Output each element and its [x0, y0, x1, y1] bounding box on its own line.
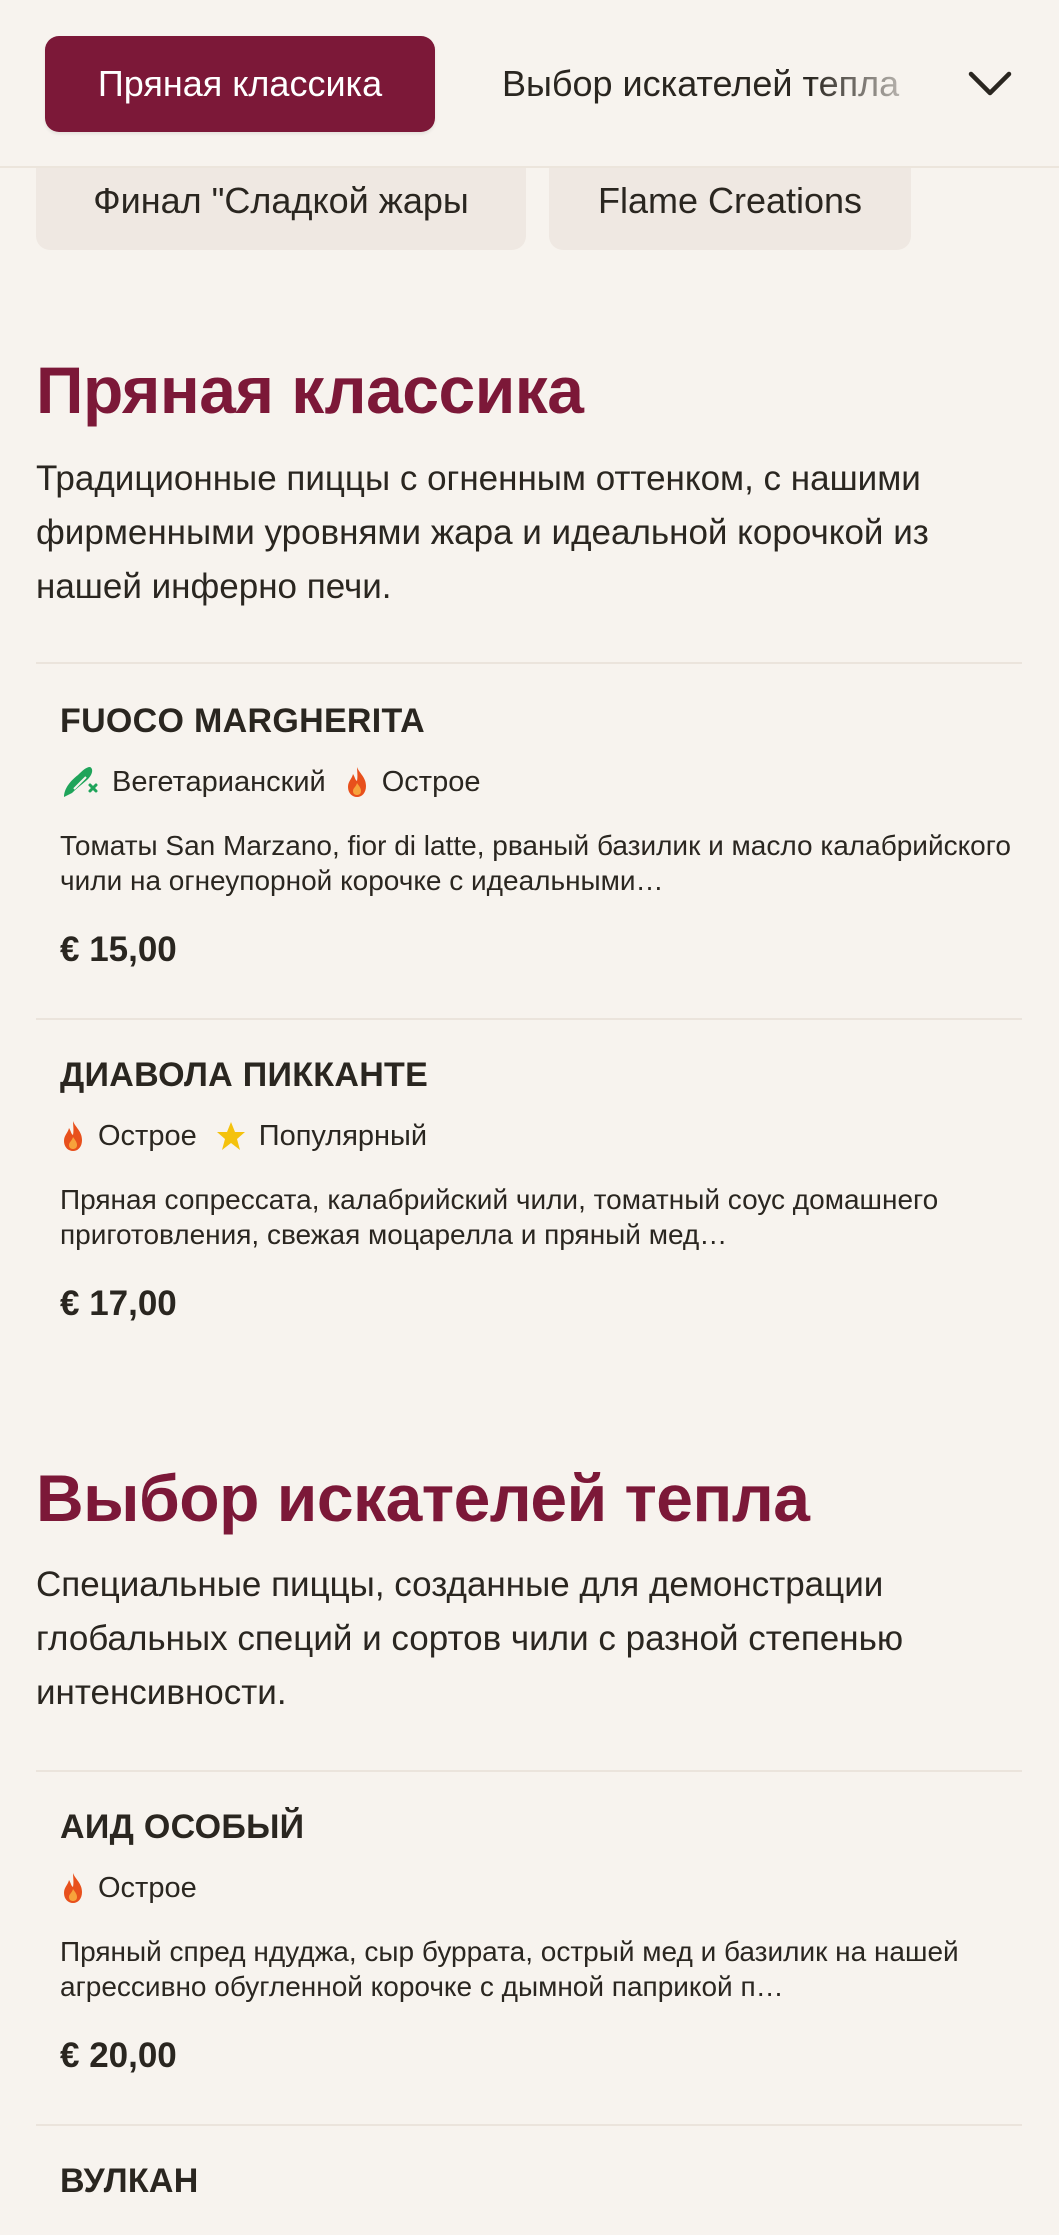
- menu-page: Финал "Сладкой жары Flame Creations Прян…: [0, 0, 1059, 2235]
- section-title-heat-seekers: Выбор искателей тепла: [36, 1461, 810, 1535]
- item-price: € 20,00: [60, 2036, 177, 2075]
- tag-vegetarian: Вегетарианский: [60, 763, 326, 801]
- item-tags: Острое Популярный: [60, 1116, 445, 1156]
- flame-icon: [64, 1121, 82, 1151]
- item-tags: Вегетарианский Острое: [60, 762, 498, 802]
- item-name: ВУЛКАН: [60, 2162, 199, 2200]
- tag-popular: Популярный: [215, 1120, 427, 1153]
- section-title-spicy-classics: Пряная классика: [36, 353, 584, 427]
- tab-heat-seekers[interactable]: Выбор искателей тепла: [502, 48, 942, 120]
- item-name: FUOCO MARGHERITA: [60, 702, 425, 740]
- menu-item-fuoco-margherita[interactable]: FUOCO MARGHERITA Вегетарианский Острое Т…: [36, 702, 1022, 1002]
- tag-spicy: Острое: [60, 1871, 197, 1905]
- section-description: Традиционные пиццы с огненным оттенком, …: [36, 459, 929, 606]
- menu-item-vulkan[interactable]: ВУЛКАН: [36, 2162, 1022, 2235]
- item-description: Томаты San Marzano, fior di latte, рваны…: [60, 830, 1011, 896]
- tag-label: Острое: [381, 765, 481, 798]
- flame-icon: [64, 1873, 82, 1903]
- section-description: Специальные пиццы, созданные для демонст…: [36, 1565, 904, 1712]
- tag-label: Острое: [98, 1119, 197, 1152]
- divider: [36, 1770, 1022, 1772]
- tag-label: Острое: [98, 1871, 197, 1904]
- divider: [36, 662, 1022, 664]
- tag-spicy: Острое: [344, 765, 481, 799]
- divider: [36, 1018, 1022, 1020]
- expand-categories-button[interactable]: [960, 52, 1020, 116]
- item-description: Пряный спред ндуджа, сыр буррата, острый…: [60, 1936, 959, 2002]
- menu-item-hades-special[interactable]: АИД ОСОБЫЙ Острое Пряный спред ндуджа, с…: [36, 1808, 1022, 2108]
- chevron-down-icon: [968, 71, 1012, 96]
- divider: [36, 2124, 1022, 2126]
- vegetarian-icon: [64, 767, 98, 797]
- tag-label: Популярный: [258, 1119, 428, 1152]
- item-price: € 15,00: [60, 930, 177, 969]
- tag-label: Вегетарианский: [112, 765, 326, 798]
- star-icon: [216, 1122, 245, 1150]
- tab-spicy-classics[interactable]: Пряная классика: [45, 36, 435, 132]
- menu-item-diavola-piccante[interactable]: ДИАВОЛА ПИККАНТЕ Острое Популярный Пряна…: [36, 1056, 1022, 1356]
- category-nav: Пряная классика Выбор искателей тепла: [0, 0, 1059, 168]
- tag-spicy: Острое: [60, 1119, 197, 1153]
- item-description: Пряная сопрессата, калабрийский чили, то…: [60, 1184, 939, 1250]
- item-price: € 17,00: [60, 1284, 177, 1323]
- item-tags: Острое: [60, 1868, 215, 1908]
- flame-icon: [347, 767, 366, 797]
- item-name: АИД ОСОБЫЙ: [60, 1808, 305, 1846]
- item-name: ДИАВОЛА ПИККАНТЕ: [60, 1056, 429, 1094]
